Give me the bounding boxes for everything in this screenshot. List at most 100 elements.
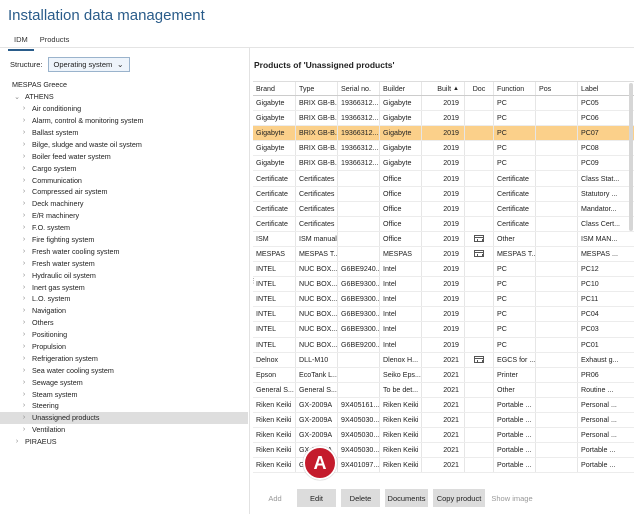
tree-node-root[interactable]: MESPAS Greece — [0, 79, 248, 91]
tree-node-category[interactable]: › Deck machinery — [0, 198, 248, 210]
tree-node-piraeus[interactable]: › PIRAEUS — [0, 436, 248, 448]
copy-product-button[interactable]: Copy product — [433, 489, 485, 507]
documents-button[interactable]: Documents — [385, 489, 428, 507]
table-row[interactable]: Certificate Certificates Office 2019 Certifi… — [253, 171, 634, 187]
expand-toggle-collapsed-icon[interactable]: › — [20, 236, 28, 243]
expand-toggle-collapsed-icon[interactable]: › — [20, 153, 28, 160]
expand-toggle-collapsed-icon[interactable]: › — [20, 212, 28, 219]
tree-node-category[interactable]: › Positioning — [0, 329, 248, 341]
expand-toggle-expanded-icon[interactable]: ⌄ — [13, 93, 21, 101]
expand-toggle-collapsed-icon[interactable]: › — [20, 414, 28, 421]
table-row[interactable]: INTEL NUC BOX... G6BE9300... Intel 2019 PC PC0… — [253, 307, 634, 323]
table-row[interactable]: ISM ISM manual Office 2019 Other ISM MAN... — [253, 231, 634, 247]
expand-toggle-collapsed-icon[interactable]: › — [20, 224, 28, 231]
tree-node-category[interactable]: › Others — [0, 317, 248, 329]
expand-toggle-collapsed-icon[interactable]: › — [20, 426, 28, 433]
expand-toggle-collapsed-icon[interactable]: › — [20, 177, 28, 184]
column-header[interactable]: Serial no. — [338, 82, 380, 95]
tree-node-category[interactable]: › Ventilation — [0, 424, 248, 436]
table-row[interactable]: INTEL NUC BOX... G6BE9300... Intel 2019 PC PC0… — [253, 322, 634, 338]
expand-toggle-collapsed-icon[interactable]: › — [20, 367, 28, 374]
tree-node-category[interactable]: › Refrigeration system — [0, 352, 248, 364]
tree-node-category[interactable]: › F.O. system — [0, 222, 248, 234]
table-row[interactable]: Certificate Certificates Office 2019 Certifi… — [253, 216, 634, 232]
table-row[interactable]: INTEL NUC BOX... G6BE9300... Intel 2019 PC PC1… — [253, 277, 634, 293]
expand-toggle-collapsed-icon[interactable]: › — [20, 307, 28, 314]
tree-node-category[interactable]: › Cargo system — [0, 162, 248, 174]
edit-button[interactable]: Edit — [297, 489, 336, 507]
column-header[interactable]: Builder — [380, 82, 422, 95]
tree-node-category[interactable]: › Steam system — [0, 388, 248, 400]
expand-toggle-collapsed-icon[interactable]: › — [13, 438, 21, 445]
tree-node-category[interactable]: › Alarm, control & monitoring system — [0, 115, 248, 127]
expand-toggle-collapsed-icon[interactable]: › — [20, 284, 28, 291]
expand-toggle-collapsed-icon[interactable]: › — [20, 355, 28, 362]
tree-node-category[interactable]: › Hydraulic oil system — [0, 269, 248, 281]
table-row[interactable]: Gigabyte BRIX GB-B... 19366312... Gigabyte 2… — [253, 96, 634, 112]
column-header[interactable]: Type — [296, 82, 338, 95]
expand-toggle-collapsed-icon[interactable]: › — [20, 129, 28, 136]
tree-node-category[interactable]: › Propulsion — [0, 341, 248, 353]
column-header[interactable]: Built ▲ — [422, 82, 465, 95]
tree-node-category[interactable]: › Sea water cooling system — [0, 364, 248, 376]
tree-node-category[interactable]: › Fresh water cooling system — [0, 245, 248, 257]
expand-toggle-collapsed-icon[interactable]: › — [20, 105, 28, 112]
show-image-button[interactable]: Show image — [490, 489, 534, 507]
expand-toggle-collapsed-icon[interactable]: › — [20, 260, 28, 267]
expand-toggle-collapsed-icon[interactable]: › — [20, 331, 28, 338]
tree-node-category[interactable]: › Fresh water system — [0, 257, 248, 269]
table-scrollbar[interactable] — [629, 81, 634, 480]
tree-node-category[interactable]: › Inert gas system — [0, 281, 248, 293]
column-header[interactable]: Pos — [536, 82, 578, 95]
table-row[interactable]: Riken KeikiGX-2009A9X405030...Riken Keik… — [253, 412, 634, 429]
column-header[interactable]: Function — [494, 82, 536, 95]
expand-toggle-collapsed-icon[interactable]: › — [20, 391, 28, 398]
expand-toggle-collapsed-icon[interactable]: › — [20, 248, 28, 255]
expand-toggle-collapsed-icon[interactable]: › — [20, 295, 28, 302]
delete-button[interactable]: Delete — [341, 489, 380, 507]
column-header[interactable]: Label — [578, 82, 622, 95]
document-icon[interactable] — [474, 250, 484, 258]
expand-toggle-collapsed-icon[interactable]: › — [20, 379, 28, 386]
table-row[interactable]: INTEL NUC BOX... G6BE9200... Intel 2019 PC PC0… — [253, 337, 634, 353]
scrollbar-thumb[interactable] — [629, 83, 633, 231]
table-row[interactable]: INTEL NUC BOX... G6BE9300... Intel 2019 PC PC1… — [253, 292, 634, 308]
tree-node-category[interactable]: › E/R machinery — [0, 210, 248, 222]
table-row[interactable]: Gigabyte BRIX GB-B... 19366312... Gigabyte 2… — [253, 126, 634, 142]
table-row[interactable]: Gigabyte BRIX GB-B... 19366312... Gigabyte 2… — [253, 141, 634, 157]
document-icon[interactable] — [474, 235, 484, 243]
tree-node-category[interactable]: › Steering — [0, 400, 248, 412]
tree-node-category[interactable]: › Sewage system — [0, 376, 248, 388]
table-row[interactable]: INTEL NUC BOX... G6BE9240... Intel 2019 PC PC1… — [253, 262, 634, 278]
tree-node-category[interactable]: › Compressed air system — [0, 186, 248, 198]
tree-node-category[interactable]: › Unassigned products — [0, 411, 248, 424]
column-header[interactable]: Brand — [253, 82, 296, 95]
table-row[interactable]: Riken Keiki GX-2009A 9X405161... Riken Keik… — [253, 397, 634, 413]
table-row[interactable]: General S... General S... To be det... 2021… — [253, 382, 634, 398]
tree-node-athens[interactable]: ⌄ ATHENS — [0, 91, 248, 103]
expand-toggle-collapsed-icon[interactable]: › — [20, 188, 28, 195]
expand-toggle-collapsed-icon[interactable]: › — [20, 117, 28, 124]
document-icon[interactable] — [474, 356, 484, 364]
tree-node-category[interactable]: › Air conditioning — [0, 103, 248, 115]
tree-node-category[interactable]: › Boiler feed water system — [0, 150, 248, 162]
expand-toggle-collapsed-icon[interactable]: › — [20, 141, 28, 148]
expand-toggle-collapsed-icon[interactable]: › — [20, 165, 28, 172]
table-row[interactable]: Delnox DLL-M10 Dlenox H... 2021 EGCS for ...… — [253, 352, 634, 368]
expand-toggle-collapsed-icon[interactable]: › — [20, 319, 28, 326]
expand-toggle-collapsed-icon[interactable]: › — [20, 200, 28, 207]
tree-node-category[interactable]: › Navigation — [0, 305, 248, 317]
expand-toggle-collapsed-icon[interactable]: › — [20, 402, 28, 409]
table-row[interactable]: Certificate Certificates Office 2019 Certifi… — [253, 186, 634, 202]
tree-node-category[interactable]: › Ballast system — [0, 127, 248, 139]
tree-node-category[interactable]: › L.O. system — [0, 293, 248, 305]
expand-toggle-collapsed-icon[interactable]: › — [20, 272, 28, 279]
expand-toggle-collapsed-icon[interactable]: › — [20, 343, 28, 350]
add-button[interactable]: Add — [258, 489, 292, 507]
structure-dropdown[interactable]: Operating system ⌄ — [47, 57, 130, 72]
table-row[interactable]: Epson EcoTank L... Seiko Eps... 2021 Printer… — [253, 367, 634, 383]
table-row[interactable]: MESPAS MESPAS T... MESPAS 2019 MESPAS T... ME… — [253, 246, 634, 263]
table-row[interactable]: Gigabyte BRIX GB-B... 19366312... Gigabyte 2… — [253, 156, 634, 172]
column-header[interactable]: Doc — [465, 82, 494, 95]
tree-node-category[interactable]: › Bilge, sludge and waste oil system — [0, 138, 248, 150]
